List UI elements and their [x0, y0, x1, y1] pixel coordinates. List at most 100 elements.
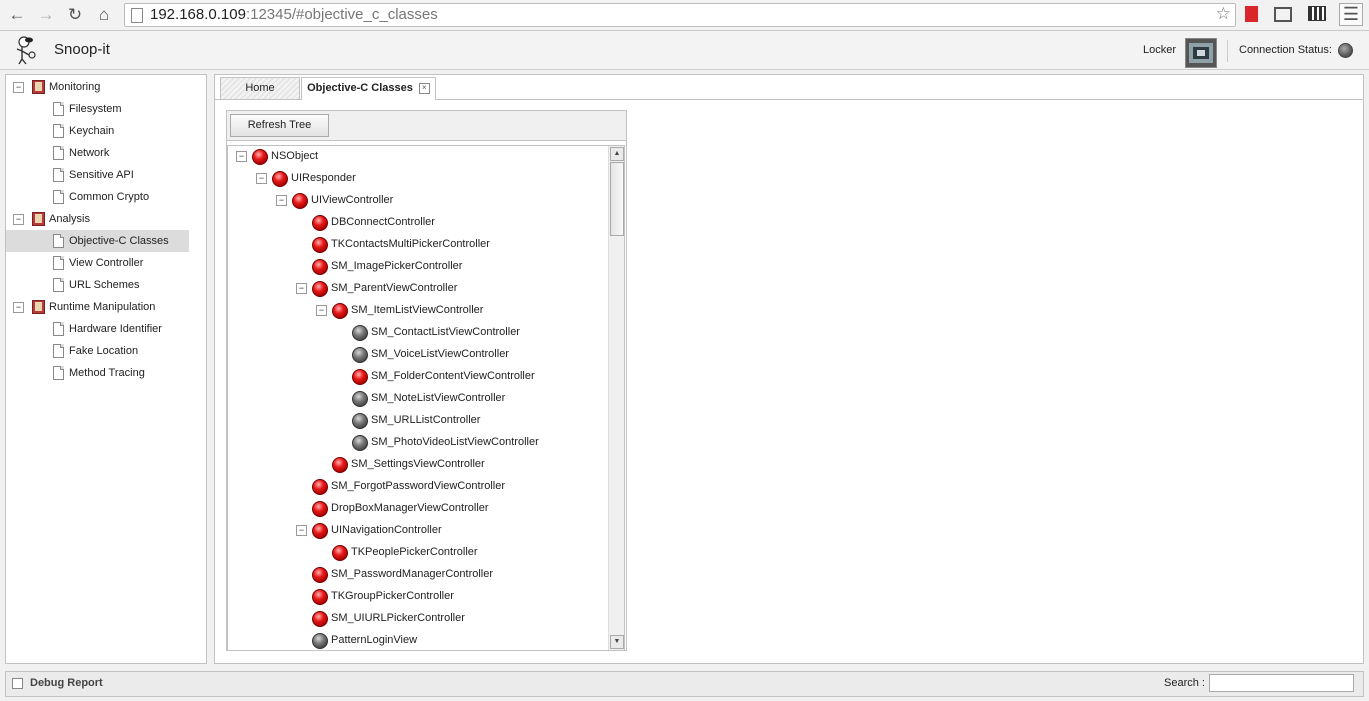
tree-node-sm-settingsviewcontroller[interactable]: SM_SettingsViewController [228, 453, 608, 475]
gray-status-icon [352, 435, 368, 451]
tree-node-sm-imagepickercontroller[interactable]: SM_ImagePickerController [228, 255, 608, 277]
tree-node-sm-contactlistviewcontroller[interactable]: SM_ContactListViewController [228, 321, 608, 343]
cast-icon[interactable] [1274, 7, 1292, 22]
tree-node-nsobject[interactable]: − NSObject [228, 146, 608, 167]
class-tree-panel: Refresh Tree − NSObject − UIResponder − UIVie… [226, 110, 627, 651]
tree-node-sm-parentviewcontroller[interactable]: − SM_ParentViewController [228, 277, 608, 299]
menu-icon[interactable]: ☰ [1339, 3, 1363, 26]
clapper-extension-icon[interactable] [1308, 6, 1326, 21]
document-icon [53, 322, 64, 336]
bookmark-extension-icon[interactable] [1245, 6, 1258, 22]
tree-scrollbar[interactable]: ▲ ▼ [608, 146, 624, 650]
refresh-tree-button[interactable]: Refresh Tree [230, 114, 329, 137]
collapse-icon[interactable]: − [13, 302, 24, 313]
red-status-icon [312, 237, 328, 253]
class-tree[interactable]: − NSObject − UIResponder − UIViewController DB… [227, 145, 625, 651]
debug-report-label[interactable]: Debug Report [30, 677, 103, 689]
sidebar-group-runtime-manipulation[interactable]: − Runtime Manipulation [6, 296, 206, 318]
sidebar-item-keychain[interactable]: Keychain [6, 120, 189, 142]
tree-node-uiviewcontroller[interactable]: − UIViewController [228, 189, 608, 211]
document-icon [53, 366, 64, 380]
collapse-icon[interactable]: − [296, 283, 307, 294]
tree-node-sm-photovideolistviewcontroller[interactable]: SM_PhotoVideoListViewController [228, 431, 608, 453]
sidebar-item-method-tracing[interactable]: Method Tracing [6, 362, 189, 384]
sidebar-group-analysis[interactable]: − Analysis [6, 208, 206, 230]
collapse-icon[interactable]: − [276, 195, 287, 206]
sidebar-item-objective-c-classes[interactable]: Objective-C Classes [6, 230, 189, 252]
tab-label: Objective-C Classes [307, 82, 413, 94]
tab-objective-c-classes[interactable]: Objective-C Classes × [301, 77, 436, 100]
star-icon[interactable]: ☆ [1216, 4, 1231, 24]
tree-node-uinavigationcontroller[interactable]: − UINavigationController [228, 519, 608, 541]
sidebar-group-monitoring[interactable]: − Monitoring [6, 76, 206, 98]
document-icon [53, 190, 64, 204]
red-status-icon [252, 149, 268, 165]
sidebar-item-label: URL Schemes [69, 279, 140, 291]
tree-node-sm-passwordmanagercontroller[interactable]: SM_PasswordManagerController [228, 563, 608, 585]
gray-status-icon [352, 413, 368, 429]
tree-node-sm-foldercontentviewcontroller[interactable]: SM_FolderContentViewController [228, 365, 608, 387]
tree-node-dropboxmanagerviewcontroller[interactable]: DropBoxManagerViewController [228, 497, 608, 519]
red-status-icon [352, 369, 368, 385]
sidebar-group-label: Runtime Manipulation [49, 301, 156, 313]
page-icon [131, 8, 143, 23]
collapse-icon[interactable]: − [236, 151, 247, 162]
tree-node-label: NSObject [271, 150, 319, 162]
tree-node-sm-uiurlpickercontroller[interactable]: SM_UIURLPickerController [228, 607, 608, 629]
sidebar-group-label: Analysis [49, 213, 90, 225]
tree-node-label: DropBoxManagerViewController [331, 502, 489, 514]
sidebar-item-view-controller[interactable]: View Controller [6, 252, 189, 274]
restore-icon[interactable] [12, 678, 23, 689]
tree-node-tkgrouppickercontroller[interactable]: TKGroupPickerController [228, 585, 608, 607]
snoopy-logo-icon [16, 36, 36, 65]
tree-node-dbconnectcontroller[interactable]: DBConnectController [228, 211, 608, 233]
sidebar-item-filesystem[interactable]: Filesystem [6, 98, 189, 120]
red-status-icon [272, 171, 288, 187]
tree-node-tkcontactsmultipickercontroller[interactable]: TKContactsMultiPickerController [228, 233, 608, 255]
scroll-down-icon[interactable]: ▼ [610, 635, 624, 649]
document-icon [53, 278, 64, 292]
tree-node-sm-forgotpasswordviewcontroller[interactable]: SM_ForgotPasswordViewController [228, 475, 608, 497]
search-input[interactable] [1209, 674, 1354, 692]
tree-node-sm-urllistcontroller[interactable]: SM_URLListController [228, 409, 608, 431]
red-status-icon [312, 215, 328, 231]
sidebar-item-label: Common Crypto [69, 191, 150, 203]
tree-node-label: SM_ParentViewController [331, 282, 458, 294]
tree-node-label: UINavigationController [331, 524, 442, 536]
address-bar[interactable]: 192.168.0.109:12345/#objective_c_classes… [124, 3, 1236, 27]
main-panel: Home Objective-C Classes × Refresh Tree −… [214, 74, 1364, 664]
tab-home[interactable]: Home [220, 77, 300, 99]
tree-node-sm-notelistviewcontroller[interactable]: SM_NoteListViewController [228, 387, 608, 409]
home-icon[interactable]: ⌂ [93, 4, 115, 26]
app-title: Snoop-it [54, 41, 110, 58]
book-icon [32, 300, 45, 314]
collapse-icon[interactable]: − [13, 82, 24, 93]
document-icon [53, 124, 64, 138]
sidebar-item-common-crypto[interactable]: Common Crypto [6, 186, 189, 208]
scrollbar-thumb[interactable] [610, 162, 624, 236]
header-divider [1227, 40, 1228, 62]
tree-node-sm-itemlistviewcontroller[interactable]: − SM_ItemListViewController [228, 299, 608, 321]
collapse-icon[interactable]: − [256, 173, 267, 184]
forward-icon[interactable]: → [35, 4, 57, 26]
tree-node-patternloginview[interactable]: PatternLoginView [228, 629, 608, 650]
sidebar-item-fake-location[interactable]: Fake Location [6, 340, 189, 362]
tree-node-label: DBConnectController [331, 216, 435, 228]
tree-node-sm-voicelistviewcontroller[interactable]: SM_VoiceListViewController [228, 343, 608, 365]
collapse-icon[interactable]: − [316, 305, 327, 316]
sidebar-item-url-schemes[interactable]: URL Schemes [6, 274, 189, 296]
sidebar-item-network[interactable]: Network [6, 142, 189, 164]
connection-status-label: Connection Status: [1239, 44, 1332, 56]
sidebar-item-hardware-identifier[interactable]: Hardware Identifier [6, 318, 189, 340]
close-icon[interactable]: × [418, 82, 430, 94]
sidebar-item-sensitive-api[interactable]: Sensitive API [6, 164, 189, 186]
reload-icon[interactable]: ↻ [64, 4, 86, 26]
collapse-icon[interactable]: − [13, 214, 24, 225]
tree-node-uiresponder[interactable]: − UIResponder [228, 167, 608, 189]
scroll-up-icon[interactable]: ▲ [610, 147, 624, 161]
sidebar-item-label: Hardware Identifier [69, 323, 162, 335]
tab-label: Home [245, 82, 275, 94]
tree-node-tkpeoplepickercontroller[interactable]: TKPeoplePickerController [228, 541, 608, 563]
back-icon[interactable]: ← [6, 4, 28, 26]
collapse-icon[interactable]: − [296, 525, 307, 536]
